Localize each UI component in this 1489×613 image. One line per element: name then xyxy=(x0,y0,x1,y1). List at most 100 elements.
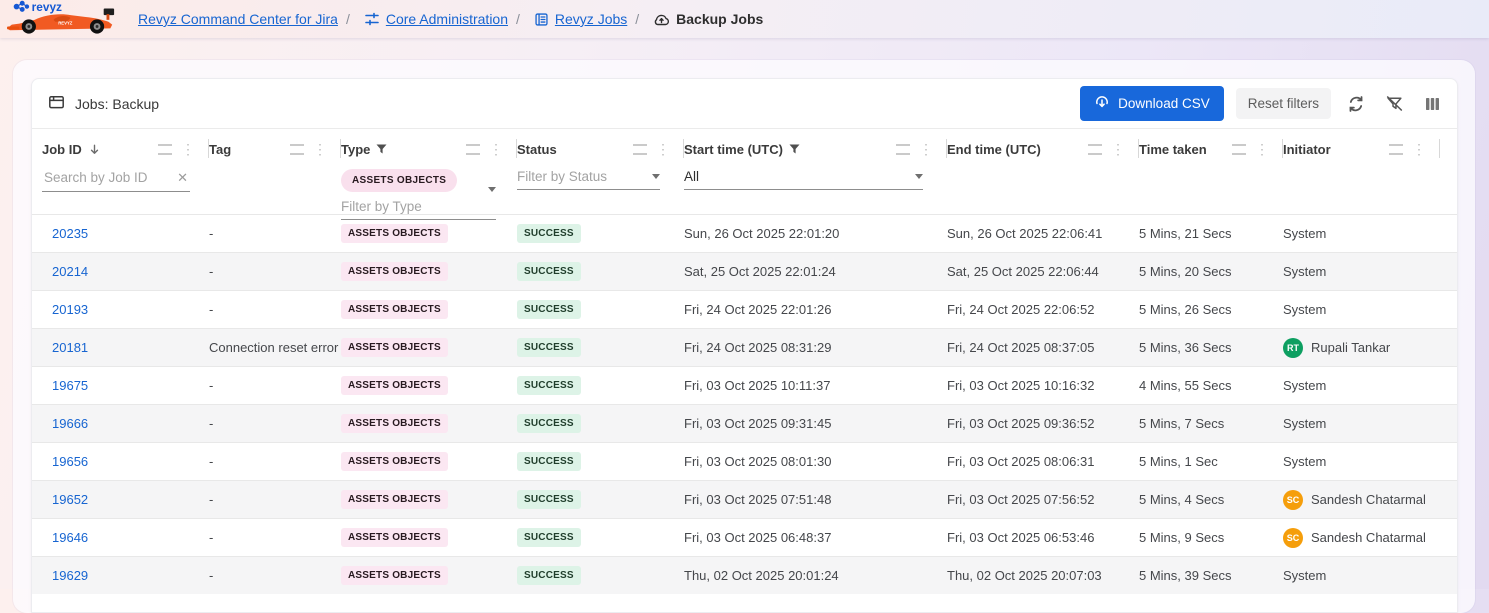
table-row: 20214 - ASSETS OBJECTS SUCCESS Sat, 25 O… xyxy=(32,252,1457,290)
initiator-name: Sandesh Chatarmal xyxy=(1311,530,1426,545)
window-icon xyxy=(48,94,65,113)
end-time-cell: Sat, 25 Oct 2025 22:06:44 xyxy=(947,264,1139,279)
job-id-link[interactable]: 20214 xyxy=(52,264,88,279)
time-taken-cell: 5 Mins, 36 Secs xyxy=(1139,340,1283,355)
jobs-list-icon xyxy=(534,12,549,27)
column-menu-icon[interactable]: ⋮ xyxy=(313,142,327,156)
job-id-link[interactable]: 20235 xyxy=(52,226,88,241)
status-filter-placeholder: Filter by Status xyxy=(517,169,646,184)
column-resize-handle[interactable] xyxy=(633,144,647,155)
type-filter-chip[interactable]: ASSETS OBJECTS xyxy=(341,169,457,192)
column-menu-icon[interactable]: ⋮ xyxy=(1412,142,1426,156)
column-resize-handle[interactable] xyxy=(1389,144,1403,155)
tag-cell: - xyxy=(209,492,341,507)
breadcrumb-link-command-center[interactable]: Revyz Command Center for Jira xyxy=(138,11,338,27)
status-badge: SUCCESS xyxy=(517,224,581,243)
start-time-cell: Fri, 03 Oct 2025 10:11:37 xyxy=(684,378,947,393)
clear-filters-button[interactable] xyxy=(1381,91,1408,116)
column-resize-handle[interactable] xyxy=(1232,144,1246,155)
start-time-cell: Thu, 02 Oct 2025 20:01:24 xyxy=(684,568,947,583)
clear-search-icon[interactable]: ✕ xyxy=(175,170,190,186)
tag-cell: - xyxy=(209,226,341,241)
sort-descending-icon[interactable] xyxy=(88,143,101,156)
column-type: Type ⋮ ASSETS OBJECTS Filter by Type xyxy=(341,129,517,220)
job-id-link[interactable]: 20181 xyxy=(52,340,88,355)
job-id-link[interactable]: 19675 xyxy=(52,378,88,393)
tag-cell: - xyxy=(209,264,341,279)
status-badge: SUCCESS xyxy=(517,490,581,509)
job-id-link[interactable]: 19646 xyxy=(52,530,88,545)
status-badge: SUCCESS xyxy=(517,376,581,395)
status-badge: SUCCESS xyxy=(517,528,581,547)
columns-icon xyxy=(1424,96,1441,112)
job-id-link[interactable]: 19652 xyxy=(52,492,88,507)
backup-jobs-card: Jobs: Backup Download CSV Reset filters xyxy=(31,78,1458,613)
tag-cell: - xyxy=(209,378,341,393)
type-badge: ASSETS OBJECTS xyxy=(341,528,448,547)
start-time-filter-dropdown[interactable]: All xyxy=(684,169,923,190)
column-menu-icon[interactable]: ⋮ xyxy=(919,142,933,156)
table-body: 20235 - ASSETS OBJECTS SUCCESS Sun, 26 O… xyxy=(32,214,1457,594)
column-resize-handle[interactable] xyxy=(158,144,172,155)
table-row: 19666 - ASSETS OBJECTS SUCCESS Fri, 03 O… xyxy=(32,404,1457,442)
toolbar-actions: Download CSV Reset filters xyxy=(1080,86,1445,121)
breadcrumb-link-revyz-jobs[interactable]: Revyz Jobs xyxy=(528,11,627,27)
column-resize-handle[interactable] xyxy=(466,144,480,155)
initiator-cell: System xyxy=(1283,378,1440,393)
column-menu-icon[interactable]: ⋮ xyxy=(1111,142,1125,156)
revyz-logo: revyz REVYZ xyxy=(6,0,118,40)
breadcrumb-link-core-administration[interactable]: Core Administration xyxy=(358,11,508,27)
chevron-down-icon xyxy=(915,174,923,179)
cloud-upload-icon xyxy=(653,12,670,27)
end-time-cell: Fri, 03 Oct 2025 08:06:31 xyxy=(947,454,1139,469)
table-row: 19675 - ASSETS OBJECTS SUCCESS Fri, 03 O… xyxy=(32,366,1457,404)
download-csv-button[interactable]: Download CSV xyxy=(1080,86,1224,121)
initiator-name: System xyxy=(1283,416,1326,431)
column-resize-handle[interactable] xyxy=(1088,144,1102,155)
initiator-cell: System xyxy=(1283,568,1440,583)
column-menu-icon[interactable]: ⋮ xyxy=(489,142,503,156)
columns-button[interactable] xyxy=(1420,92,1445,116)
refresh-button[interactable] xyxy=(1343,91,1369,117)
tag-cell: - xyxy=(209,454,341,469)
breadcrumb: Revyz Command Center for Jira / Core Adm… xyxy=(138,11,763,27)
job-id-link[interactable]: 20193 xyxy=(52,302,88,317)
chevron-down-icon xyxy=(652,174,660,179)
type-badge: ASSETS OBJECTS xyxy=(341,414,448,433)
job-id-link[interactable]: 19666 xyxy=(52,416,88,431)
revyz-logo-icon: revyz REVYZ xyxy=(6,0,118,35)
download-icon xyxy=(1094,94,1110,113)
initiator-cell: System xyxy=(1283,302,1440,317)
reset-filters-button[interactable]: Reset filters xyxy=(1236,88,1331,119)
tag-cell: - xyxy=(209,568,341,583)
job-id-link[interactable]: 19656 xyxy=(52,454,88,469)
column-status: Status ⋮ Filter by Status xyxy=(517,129,684,220)
column-menu-icon[interactable]: ⋮ xyxy=(1255,142,1269,156)
column-end-time: End time (UTC) ⋮ xyxy=(947,129,1139,220)
column-resize-handle[interactable] xyxy=(290,144,304,155)
content-panel: Jobs: Backup Download CSV Reset filters xyxy=(13,60,1475,613)
column-menu-icon[interactable]: ⋮ xyxy=(656,142,670,156)
chevron-down-icon[interactable] xyxy=(488,187,496,192)
column-resize-handle[interactable] xyxy=(896,144,910,155)
tune-icon xyxy=(364,11,380,27)
tag-cell: - xyxy=(209,530,341,545)
initiator-cell: RT Rupali Tankar xyxy=(1283,338,1440,358)
column-tag: Tag ⋮ xyxy=(209,129,341,220)
job-id-search-input[interactable] xyxy=(42,169,175,186)
start-time-filter-value: All xyxy=(684,169,909,184)
column-label: Time taken xyxy=(1139,142,1207,157)
job-id-link[interactable]: 19629 xyxy=(52,568,88,583)
time-taken-cell: 5 Mins, 1 Sec xyxy=(1139,454,1283,469)
type-filter-selection[interactable]: ASSETS OBJECTS xyxy=(341,169,496,192)
card-title-group: Jobs: Backup xyxy=(48,94,159,113)
type-filter-placeholder[interactable]: Filter by Type xyxy=(341,199,496,214)
time-taken-cell: 5 Mins, 7 Secs xyxy=(1139,416,1283,431)
breadcrumb-label: Revyz Jobs xyxy=(555,11,627,27)
start-time-cell: Fri, 03 Oct 2025 07:51:48 xyxy=(684,492,947,507)
status-filter-dropdown[interactable]: Filter by Status xyxy=(517,169,660,190)
column-start-time: Start time (UTC) ⋮ All xyxy=(684,129,947,220)
status-badge: SUCCESS xyxy=(517,566,581,585)
column-menu-icon[interactable]: ⋮ xyxy=(181,142,195,156)
end-time-cell: Thu, 02 Oct 2025 20:07:03 xyxy=(947,568,1139,583)
